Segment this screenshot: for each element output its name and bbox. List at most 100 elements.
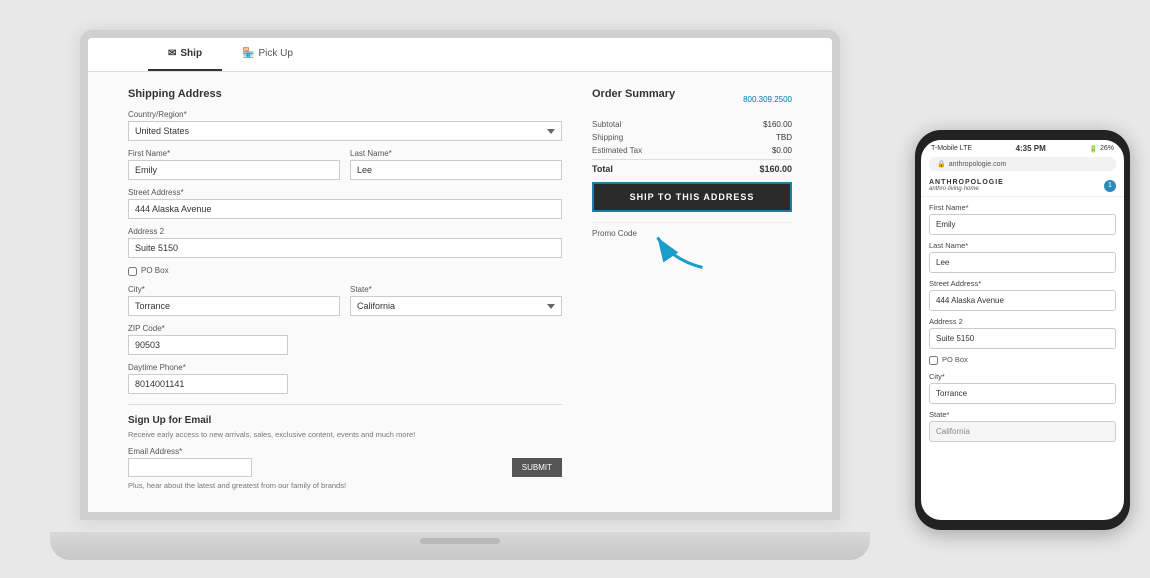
- zip-group: ZIP Code*: [128, 324, 288, 355]
- address2-label: Address 2: [128, 227, 562, 236]
- mobile-first-name-group: First Name*: [929, 203, 1116, 235]
- laptop-mockup: ✉ Ship 🏪 Pick Up Shipping Address Countr…: [50, 20, 870, 560]
- mobile-po-box-checkbox[interactable]: [929, 356, 938, 365]
- anthro-home-logo: anthro·living·home: [929, 186, 1004, 192]
- logos-container: ANTHROPOLOGIE anthro·living·home: [929, 179, 1004, 192]
- zip-label: ZIP Code*: [128, 324, 288, 333]
- mobile-time: 4:35 PM: [1016, 144, 1046, 153]
- last-name-group: Last Name*: [350, 149, 562, 180]
- url-text: anthropologie.com: [949, 161, 1007, 168]
- shipping-section-title: Shipping Address: [128, 88, 562, 100]
- phone-label: Daytime Phone*: [128, 363, 288, 372]
- order-summary: Order Summary 800.309.2500 Subtotal $160…: [592, 88, 792, 494]
- mobile-carrier: T-Mobile LTE: [931, 145, 972, 152]
- main-layout: Shipping Address Country/Region* United …: [88, 72, 832, 510]
- mobile-city-label: City*: [929, 372, 1116, 381]
- tab-pickup[interactable]: 🏪 Pick Up: [222, 38, 313, 71]
- living-text: living: [948, 186, 962, 192]
- laptop-screen: ✉ Ship 🏪 Pick Up Shipping Address Countr…: [80, 30, 840, 520]
- street-input[interactable]: [128, 199, 562, 219]
- mobile-header: ANTHROPOLOGIE anthro·living·home 1: [921, 175, 1124, 197]
- mobile-battery: 🔋 26%: [1089, 145, 1114, 153]
- mobile-state-label: State*: [929, 410, 1116, 419]
- po-box-checkbox[interactable]: [128, 267, 137, 276]
- city-group: City*: [128, 285, 340, 316]
- po-box-label: PO Box: [141, 266, 169, 275]
- tab-ship[interactable]: ✉ Ship: [148, 38, 222, 71]
- address2-group: Address 2: [128, 227, 562, 258]
- shipping-row: Shipping TBD: [592, 133, 792, 142]
- mobile-status-bar: T-Mobile LTE 4:35 PM 🔋 26%: [921, 140, 1124, 157]
- order-summary-title: Order Summary: [592, 88, 675, 100]
- mobile-first-name-input[interactable]: [929, 214, 1116, 235]
- tab-ship-label: Ship: [180, 48, 202, 59]
- country-label: Country/Region*: [128, 110, 562, 119]
- street-group: Street Address*: [128, 188, 562, 219]
- tabs-row: ✉ Ship 🏪 Pick Up: [88, 38, 832, 72]
- country-group: Country/Region* United States: [128, 110, 562, 141]
- name-row: First Name* Last Name*: [128, 149, 562, 188]
- mobile-city-input[interactable]: [929, 383, 1116, 404]
- first-name-label: First Name*: [128, 149, 340, 158]
- signup-section: Sign Up for Email Receive early access t…: [128, 404, 562, 494]
- arrow-svg: [650, 215, 710, 275]
- last-name-label: Last Name*: [350, 149, 562, 158]
- mobile-state-group: State* California: [929, 410, 1116, 442]
- order-summary-phone[interactable]: 800.309.2500: [743, 95, 792, 104]
- mobile-address2-input[interactable]: [929, 328, 1116, 349]
- shipping-value: TBD: [776, 133, 792, 142]
- tax-value: $0.00: [772, 146, 792, 155]
- city-state-row: City* State* California: [128, 285, 562, 324]
- tax-label: Estimated Tax: [592, 146, 642, 155]
- mobile-last-name-input[interactable]: [929, 252, 1116, 273]
- first-name-group: First Name*: [128, 149, 340, 180]
- email-input[interactable]: [128, 458, 252, 477]
- mobile-url-bar[interactable]: 🔒 anthropologie.com: [929, 157, 1116, 171]
- state-label: State*: [350, 285, 562, 294]
- battery-icon: 🔋: [1089, 145, 1098, 153]
- subtotal-label: Subtotal: [592, 120, 621, 129]
- email-group: Email Address*: [128, 447, 504, 477]
- tab-pickup-label: Pick Up: [259, 48, 293, 59]
- pickup-icon: 🏪: [242, 48, 254, 59]
- email-label: Email Address*: [128, 447, 504, 456]
- city-input[interactable]: [128, 296, 340, 316]
- anthropologie-logo: ANTHROPOLOGIE: [929, 179, 1004, 186]
- state-group: State* California: [350, 285, 562, 316]
- subtotal-value: $160.00: [763, 120, 792, 129]
- mobile-state-select[interactable]: California: [929, 421, 1116, 442]
- total-label: Total: [592, 164, 613, 174]
- last-name-input[interactable]: [350, 160, 562, 180]
- order-summary-header: Order Summary 800.309.2500: [592, 88, 792, 110]
- phone-input[interactable]: [128, 374, 288, 394]
- mobile-form: First Name* Last Name* Street Address* A…: [921, 197, 1124, 520]
- shipping-label: Shipping: [592, 133, 623, 142]
- mobile-street-label: Street Address*: [929, 279, 1116, 288]
- mobile-address2-label: Address 2: [929, 317, 1116, 326]
- state-select[interactable]: California: [350, 296, 562, 316]
- laptop-base: [50, 532, 870, 560]
- anthro-home-text: anthro·: [929, 186, 948, 192]
- battery-level: 26%: [1100, 145, 1114, 152]
- mobile-first-name-label: First Name*: [929, 203, 1116, 212]
- ship-to-address-button[interactable]: SHIP TO THIS ADDRESS: [592, 182, 792, 212]
- subtotal-row: Subtotal $160.00: [592, 120, 792, 129]
- first-name-input[interactable]: [128, 160, 340, 180]
- mobile-street-input[interactable]: [929, 290, 1116, 311]
- address2-input[interactable]: [128, 238, 562, 258]
- tax-row: Estimated Tax $0.00: [592, 146, 792, 155]
- zip-input[interactable]: [128, 335, 288, 355]
- phone-group: Daytime Phone*: [128, 363, 288, 394]
- total-value: $160.00: [759, 164, 792, 174]
- submit-button[interactable]: SUBMIT: [512, 458, 562, 477]
- mobile-last-name-group: Last Name*: [929, 241, 1116, 273]
- country-select[interactable]: United States: [128, 121, 562, 141]
- cart-badge[interactable]: 1: [1104, 180, 1116, 192]
- po-box-row: PO Box: [128, 266, 562, 277]
- mobile-screen: T-Mobile LTE 4:35 PM 🔋 26% 🔒 anthropolog…: [921, 140, 1124, 520]
- home-text: ·home: [962, 186, 979, 192]
- screen-content: ✉ Ship 🏪 Pick Up Shipping Address Countr…: [88, 38, 832, 512]
- mobile-city-group: City*: [929, 372, 1116, 404]
- signup-row: Email Address* SUBMIT: [128, 447, 562, 477]
- signup-description: Receive early access to new arrivals, sa…: [128, 430, 562, 441]
